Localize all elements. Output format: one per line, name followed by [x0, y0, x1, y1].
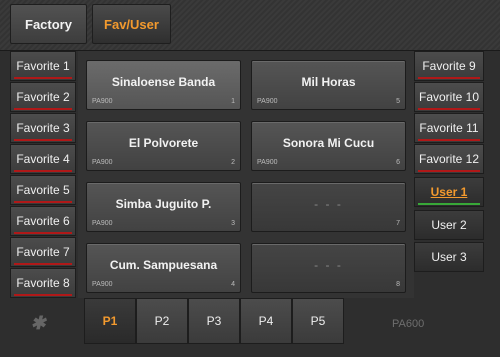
favorite-6-button[interactable]: Favorite 6 [10, 206, 76, 236]
red-marker [14, 263, 72, 265]
favorite-label: Favorite 8 [16, 276, 70, 290]
slot-7[interactable]: - - - 7 [251, 182, 406, 232]
red-marker [14, 201, 72, 203]
slot-name: Sinaloense Banda [111, 75, 216, 89]
red-marker [418, 170, 480, 172]
slot-8[interactable]: - - - 8 [251, 243, 406, 293]
slot-number: 5 [396, 98, 400, 105]
page-p4-button[interactable]: P4 [240, 298, 292, 344]
red-marker [14, 232, 72, 234]
slot-4[interactable]: Cum. Sampuesana PA900 4 [86, 243, 241, 293]
slot-1[interactable]: Sinaloense Banda PA900 1 [86, 60, 241, 110]
slot-3[interactable]: Simba Juguito P. PA900 3 [86, 182, 241, 232]
slot-name: El Polvorete [128, 136, 199, 150]
slot-model: PA900 [92, 281, 113, 288]
slot-model: PA900 [257, 98, 278, 105]
slot-number: 1 [231, 98, 235, 105]
slot-number: 7 [396, 220, 400, 227]
favorite-3-button[interactable]: Favorite 3 [10, 113, 76, 143]
slot-model: PA900 [257, 159, 278, 166]
favorite-label: Favorite 11 [419, 121, 479, 135]
favorite-label: Favorite 7 [16, 245, 70, 259]
favorite-label: Favorite 5 [16, 183, 70, 197]
favorite-4-button[interactable]: Favorite 4 [10, 144, 76, 174]
page-p5-button[interactable]: P5 [292, 298, 344, 344]
slot-model: PA900 [92, 98, 113, 105]
favorite-label: Favorite 1 [16, 59, 70, 73]
favorite-label: Favorite 3 [16, 121, 70, 135]
slot-name: Cum. Sampuesana [109, 258, 218, 272]
slot-number: 8 [396, 281, 400, 288]
slot-2[interactable]: El Polvorete PA900 2 [86, 121, 241, 171]
tab-fav-user[interactable]: Fav/User [92, 4, 171, 44]
slot-number: 4 [231, 281, 235, 288]
slot-grid: Sinaloense Banda PA900 1 El Polvorete PA… [78, 51, 414, 298]
slot-model: PA900 [92, 220, 113, 227]
red-marker [14, 170, 72, 172]
favorite-label: Favorite 9 [422, 59, 476, 73]
red-marker [14, 108, 72, 110]
red-marker [418, 108, 480, 110]
favorite-label: Favorite 12 [418, 152, 480, 166]
red-marker [418, 77, 480, 79]
slot-name: Sonora Mi Cucu [282, 136, 375, 150]
favorite-label: Favorite 4 [16, 152, 70, 166]
favorite-label: Favorite 2 [16, 90, 70, 104]
favorite-9-button[interactable]: Favorite 9 [414, 51, 484, 81]
tab-factory[interactable]: Factory [10, 4, 87, 44]
red-marker [14, 294, 72, 296]
logo-icon: ✱ [30, 313, 46, 333]
red-marker [418, 139, 480, 141]
page-p1-button[interactable]: P1 [84, 298, 136, 344]
user-1-button[interactable]: User 1 [414, 177, 484, 207]
slot-number: 3 [231, 220, 235, 227]
slot-number: 2 [231, 159, 235, 166]
slot-name: Mil Horas [301, 75, 356, 89]
slot-name: - - - [314, 197, 343, 211]
favorite-2-button[interactable]: Favorite 2 [10, 82, 76, 112]
favorite-10-button[interactable]: Favorite 10 [414, 82, 484, 112]
favorite-label: Favorite 10 [418, 90, 480, 104]
user-2-button[interactable]: User 2 [414, 210, 484, 240]
page-p3-button[interactable]: P3 [188, 298, 240, 344]
slot-number: 6 [396, 159, 400, 166]
favorite-label: Favorite 6 [16, 214, 70, 228]
favorite-1-button[interactable]: Favorite 1 [10, 51, 76, 81]
slot-name: Simba Juguito P. [115, 197, 212, 211]
favorite-11-button[interactable]: Favorite 11 [414, 113, 484, 143]
red-marker [14, 77, 72, 79]
slot-6[interactable]: Sonora Mi Cucu PA900 6 [251, 121, 406, 171]
slot-5[interactable]: Mil Horas PA900 5 [251, 60, 406, 110]
favorite-12-button[interactable]: Favorite 12 [414, 144, 484, 174]
user-3-button[interactable]: User 3 [414, 242, 484, 272]
brand-label: PA600 [392, 318, 425, 330]
favorite-5-button[interactable]: Favorite 5 [10, 175, 76, 205]
slot-model: PA900 [92, 159, 113, 166]
favorite-7-button[interactable]: Favorite 7 [10, 237, 76, 267]
green-marker [418, 203, 480, 205]
favorite-8-button[interactable]: Favorite 8 [10, 268, 76, 298]
page-p2-button[interactable]: P2 [136, 298, 188, 344]
slot-name: - - - [314, 258, 343, 272]
red-marker [14, 139, 72, 141]
user-label: User 2 [431, 218, 467, 232]
user-label: User 3 [431, 250, 467, 264]
top-tab-bar: Factory Fav/User [0, 0, 500, 50]
user-label: User 1 [430, 185, 468, 199]
